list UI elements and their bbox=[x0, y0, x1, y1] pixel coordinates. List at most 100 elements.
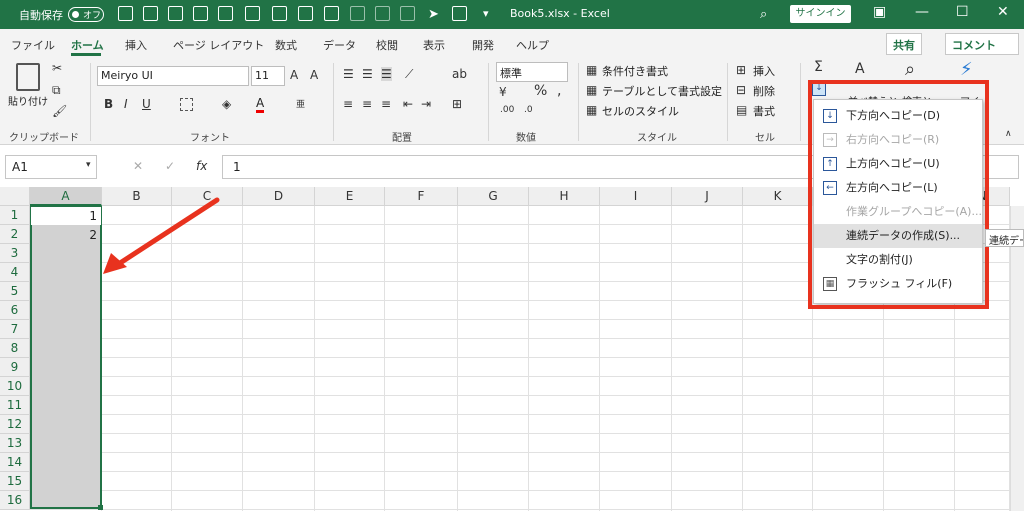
tab-insert[interactable]: 挿入 bbox=[125, 37, 147, 53]
column-header-k[interactable]: K bbox=[743, 187, 813, 206]
border-grid-icon[interactable] bbox=[272, 6, 287, 21]
font-shrink-icon[interactable]: A bbox=[310, 68, 318, 82]
row-header-3[interactable]: 3 bbox=[0, 244, 30, 263]
orientation-icon[interactable]: ⟋ bbox=[405, 67, 413, 82]
qat-customize-icon[interactable]: ▾ bbox=[483, 7, 489, 20]
align-middle-icon[interactable]: ☰ bbox=[362, 67, 373, 81]
paste-icon[interactable] bbox=[16, 63, 40, 91]
cell-a1[interactable]: 1 bbox=[31, 207, 101, 225]
column-header-f[interactable]: F bbox=[385, 187, 458, 206]
paste-label[interactable]: 貼り付け bbox=[8, 93, 48, 108]
copy-icon[interactable]: ⧉ bbox=[52, 83, 61, 98]
fill-handle[interactable] bbox=[98, 505, 103, 510]
column-header-h[interactable]: H bbox=[529, 187, 600, 206]
qat-tool-icon[interactable] bbox=[218, 6, 233, 21]
cell-a2[interactable]: 2 bbox=[31, 226, 101, 244]
minimize-icon[interactable]: — bbox=[915, 4, 929, 20]
row-header-5[interactable]: 5 bbox=[0, 282, 30, 301]
row-header-7[interactable]: 7 bbox=[0, 320, 30, 339]
column-header-a[interactable]: A bbox=[30, 187, 102, 206]
format-as-table-icon[interactable]: ▦ bbox=[586, 83, 597, 97]
font-grow-icon[interactable]: A bbox=[290, 68, 298, 82]
tab-home[interactable]: ホーム bbox=[71, 37, 104, 53]
row-header-12[interactable]: 12 bbox=[0, 415, 30, 434]
column-header-i[interactable]: I bbox=[600, 187, 672, 206]
borders-icon[interactable] bbox=[180, 98, 193, 111]
close-icon[interactable]: ✕ bbox=[997, 4, 1009, 20]
tab-file[interactable]: ファイル bbox=[11, 37, 55, 53]
align-top-icon[interactable]: ☰ bbox=[343, 67, 354, 81]
table-icon[interactable] bbox=[298, 6, 313, 21]
enter-icon[interactable]: ✓ bbox=[165, 159, 175, 173]
ribbon-display-icon[interactable]: ▣ bbox=[873, 4, 886, 20]
font-color-icon[interactable]: A bbox=[256, 96, 265, 113]
vertical-scrollbar[interactable] bbox=[1010, 206, 1024, 511]
share-button[interactable]: 共有 bbox=[886, 33, 922, 55]
conditional-format-button[interactable]: 条件付き書式 bbox=[602, 63, 668, 79]
format-cells-icon[interactable]: ▤ bbox=[736, 103, 747, 117]
font-name-select[interactable]: Meiryo UI bbox=[97, 66, 249, 86]
indent-increase-icon[interactable]: ⇥ bbox=[421, 97, 431, 111]
new-file-icon[interactable] bbox=[452, 6, 467, 21]
delete-cells-button[interactable]: 削除 bbox=[753, 83, 775, 99]
save-macro-icon[interactable] bbox=[143, 6, 158, 21]
row-header-8[interactable]: 8 bbox=[0, 339, 30, 358]
tab-data[interactable]: データ bbox=[323, 37, 356, 53]
signin-button[interactable]: サインイン bbox=[790, 5, 851, 23]
maximize-icon[interactable]: ☐ bbox=[956, 4, 969, 20]
cell-styles-icon[interactable]: ▦ bbox=[586, 103, 597, 117]
autosum-icon[interactable]: Σ bbox=[814, 59, 823, 75]
select-all-corner[interactable] bbox=[0, 187, 30, 206]
name-box-dropdown-icon[interactable]: ▾ bbox=[86, 160, 91, 170]
format-as-table-button[interactable]: テーブルとして書式設定 bbox=[602, 83, 722, 99]
comma-icon[interactable]: , bbox=[557, 83, 561, 99]
sort-filter-icon[interactable]: A bbox=[855, 61, 865, 77]
format-cells-button[interactable]: 書式 bbox=[753, 103, 775, 119]
search-icon[interactable]: ⌕ bbox=[760, 7, 767, 22]
row-header-14[interactable]: 14 bbox=[0, 453, 30, 472]
tab-developer[interactable]: 開発 bbox=[472, 37, 494, 53]
cancel-icon[interactable]: ✕ bbox=[133, 159, 143, 173]
align-bottom-icon[interactable]: ☰ bbox=[381, 67, 392, 81]
italic-icon[interactable]: I bbox=[124, 97, 128, 111]
column-header-e[interactable]: E bbox=[315, 187, 385, 206]
fill-color-icon[interactable]: ◈ bbox=[222, 97, 231, 111]
increase-decimal-icon[interactable]: .00 bbox=[500, 105, 514, 115]
column-header-g[interactable]: G bbox=[458, 187, 529, 206]
tab-formulas[interactable]: 数式 bbox=[275, 37, 297, 53]
row-header-2[interactable]: 2 bbox=[0, 225, 30, 244]
name-box[interactable]: A1 bbox=[5, 155, 97, 179]
percent-icon[interactable]: % bbox=[534, 83, 547, 99]
insert-cells-icon[interactable]: ⊞ bbox=[736, 63, 746, 77]
column-header-j[interactable]: J bbox=[672, 187, 743, 206]
font-size-select[interactable]: 11 bbox=[251, 66, 285, 86]
qat-tool-icon[interactable] bbox=[168, 6, 183, 21]
row-header-11[interactable]: 11 bbox=[0, 396, 30, 415]
insert-cells-button[interactable]: 挿入 bbox=[753, 63, 775, 79]
tab-help[interactable]: ヘルプ bbox=[516, 37, 549, 53]
bold-icon[interactable]: B bbox=[104, 97, 113, 111]
cut-icon[interactable]: ✂ bbox=[52, 61, 62, 75]
currency-icon[interactable]: ¥ bbox=[499, 85, 507, 99]
selected-range[interactable] bbox=[30, 206, 102, 509]
align-left-icon[interactable]: ≡ bbox=[343, 97, 353, 111]
wrap-text-icon[interactable]: ab bbox=[452, 67, 467, 81]
number-format-select[interactable]: 標準 bbox=[496, 62, 568, 82]
row-header-10[interactable]: 10 bbox=[0, 377, 30, 396]
tab-review[interactable]: 校閲 bbox=[376, 37, 398, 53]
find-select-icon[interactable]: ⌕ bbox=[905, 59, 915, 80]
row-header-16[interactable]: 16 bbox=[0, 491, 30, 510]
align-center-icon[interactable]: ≡ bbox=[362, 97, 372, 111]
tab-view[interactable]: 表示 bbox=[423, 37, 445, 53]
format-painter-icon[interactable]: 🖌 bbox=[52, 104, 67, 118]
phonetic-icon[interactable]: 亜 bbox=[296, 97, 305, 110]
qat-tool-icon[interactable] bbox=[193, 6, 208, 21]
align-right-icon[interactable]: ≡ bbox=[381, 97, 391, 111]
save-icon[interactable] bbox=[118, 6, 133, 21]
row-header-13[interactable]: 13 bbox=[0, 434, 30, 453]
autosave-toggle[interactable]: オフ bbox=[68, 7, 104, 22]
merge-center-icon[interactable]: ⊞ bbox=[452, 97, 462, 111]
row-header-9[interactable]: 9 bbox=[0, 358, 30, 377]
column-header-d[interactable]: D bbox=[243, 187, 315, 206]
border-grid-icon[interactable] bbox=[245, 6, 260, 21]
